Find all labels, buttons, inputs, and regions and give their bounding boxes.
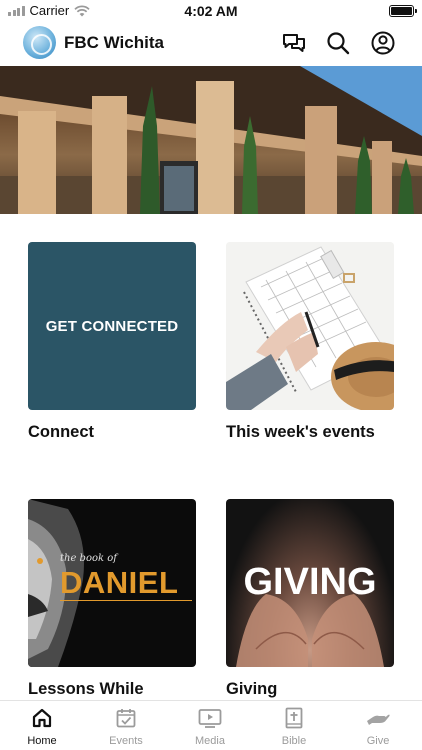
status-bar: Carrier 4:02 AM: [0, 0, 422, 22]
connect-card[interactable]: GET CONNECTED Connect: [28, 242, 196, 442]
connect-card-image: GET CONNECTED: [28, 242, 196, 410]
giving-card-image: GIVING: [226, 499, 394, 667]
giving-image-text: GIVING: [243, 561, 377, 603]
daniel-card-image: the book of DANIEL: [28, 499, 196, 667]
tab-home[interactable]: Home: [0, 705, 84, 747]
giving-card-label: Giving: [226, 680, 278, 698]
tab-media[interactable]: Media: [168, 705, 252, 747]
bible-icon: [252, 705, 336, 731]
app-header: FBC Wichita: [0, 24, 422, 64]
tab-media-label: Media: [195, 735, 225, 747]
search-icon[interactable]: [325, 30, 351, 56]
status-time: 4:02 AM: [184, 3, 238, 19]
tab-give[interactable]: Give: [336, 705, 420, 747]
daniel-card[interactable]: the book of DANIEL Lessons While Living …: [28, 499, 196, 719]
home-icon: [0, 705, 84, 731]
connect-card-label: Connect: [28, 423, 94, 441]
church-logo: [23, 26, 56, 59]
events-card[interactable]: This week's events: [226, 242, 394, 442]
tab-bible[interactable]: Bible: [252, 705, 336, 747]
play-icon: [168, 705, 252, 731]
app-title: FBC Wichita: [64, 33, 164, 52]
messages-icon[interactable]: [281, 30, 307, 56]
tab-give-label: Give: [366, 735, 390, 747]
give-hand-icon: [336, 705, 420, 731]
events-card-label: This week's events: [226, 423, 375, 441]
events-card-image: [226, 242, 394, 410]
daniel-title-text: DANIEL: [60, 565, 179, 600]
bottom-tab-bar: Home Events Media Bible Give: [0, 700, 422, 750]
connect-image-text: GET CONNECTED: [45, 317, 179, 335]
calendar-check-icon: [84, 705, 168, 731]
tab-events[interactable]: Events: [84, 705, 168, 747]
hero-banner-image: [0, 66, 422, 214]
daniel-small-text: the book of: [60, 553, 117, 564]
tab-bible-label: Bible: [281, 735, 307, 747]
battery-icon: [389, 5, 417, 17]
account-icon[interactable]: [370, 30, 396, 56]
daniel-underline: [60, 600, 192, 601]
tab-home-label: Home: [27, 735, 57, 747]
tab-events-label: Events: [109, 735, 143, 747]
giving-card[interactable]: GIVING Giving: [226, 499, 394, 699]
